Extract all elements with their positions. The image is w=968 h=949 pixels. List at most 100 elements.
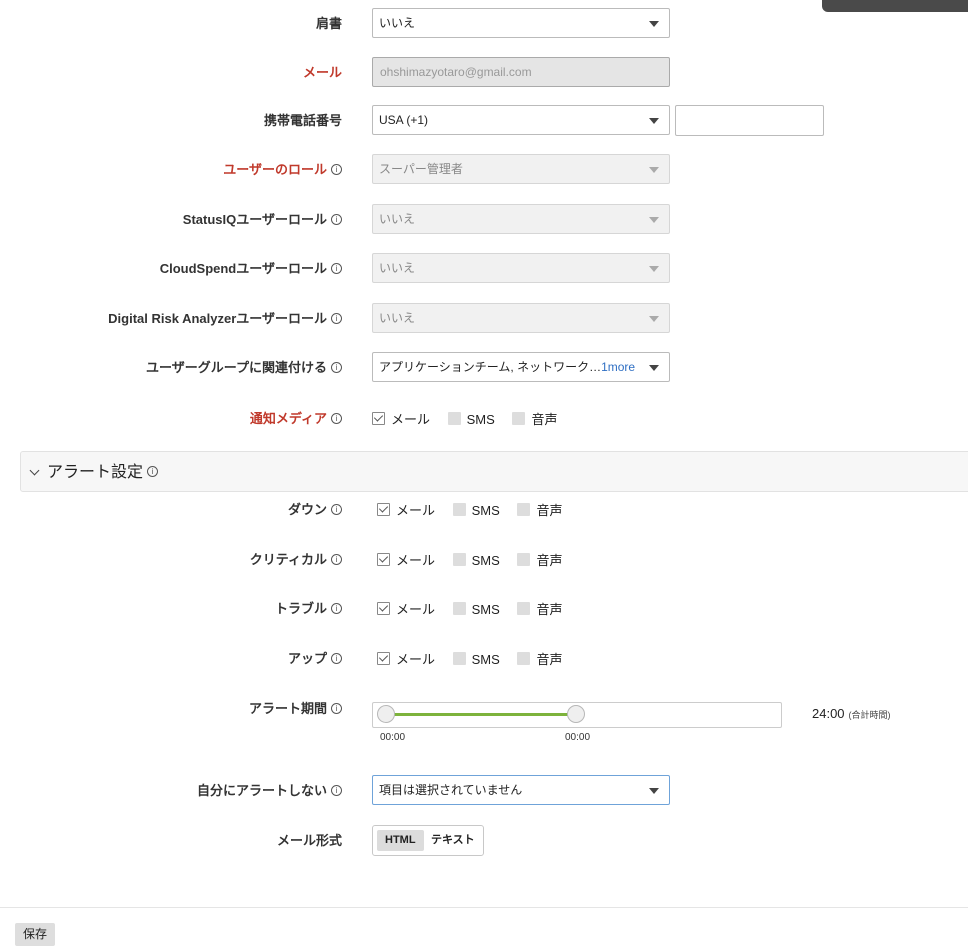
up-sms-checkbox[interactable] [452, 652, 466, 666]
voice-option-label: 音声 [536, 552, 563, 568]
alert-settings-header[interactable]: アラート設定 i [20, 451, 968, 492]
user-role-label-text: ユーザーのロール [223, 162, 327, 177]
slider-end-time: 00:00 [565, 732, 591, 743]
more-link[interactable]: 1more [601, 360, 635, 374]
cloudspend-role-value: いいえ [379, 261, 416, 275]
alert-up-label: アップ i [288, 643, 342, 675]
critical-mail-checkbox[interactable] [377, 553, 390, 567]
dra-role-value: いいえ [379, 311, 416, 325]
info-icon[interactable]: i [331, 703, 342, 715]
mail-option-label: メール [396, 502, 436, 518]
alert-settings-title-text: アラート設定 [47, 464, 144, 481]
trouble-sms-checkbox[interactable] [452, 602, 466, 616]
country-code-select[interactable]: USA (+1) [372, 105, 670, 135]
sms-option-label: SMS [466, 411, 495, 427]
info-icon[interactable]: i [331, 362, 342, 374]
trouble-voice-checkbox[interactable] [517, 602, 531, 616]
caret-down-icon [649, 118, 659, 124]
no-self-alert-row: 自分にアラートしない i 項目は選択されていません [0, 775, 968, 807]
sms-option-label: SMS [471, 651, 500, 667]
up-voice-checkbox[interactable] [517, 652, 531, 666]
mail-format-toggle: HTML テキスト [372, 825, 484, 856]
down-mail-checkbox[interactable] [377, 503, 390, 517]
info-icon[interactable]: i [331, 413, 342, 425]
statusiq-role-label: StatusIQユーザーロール i [183, 204, 342, 236]
alert-trouble-row: トラブル i メール SMS 音声 [0, 593, 968, 625]
mail-format-label: メール形式 [276, 833, 342, 848]
alert-settings-title: アラート設定 i [47, 452, 159, 493]
cloudspend-role-label: CloudSpendユーザーロール i [160, 253, 342, 285]
chevron-down-icon [29, 465, 40, 476]
critical-voice-checkbox[interactable] [517, 553, 531, 567]
alert-critical-label: クリティカル i [250, 544, 342, 576]
alert-up-label-text: アップ [287, 651, 327, 666]
info-icon[interactable]: i [147, 466, 159, 478]
trouble-mail-checkbox[interactable] [377, 602, 390, 616]
down-voice-checkbox[interactable] [517, 503, 531, 517]
notify-media-label-text: 通知メディア [249, 411, 327, 426]
total-time: 24:00 (合計時間) [812, 706, 891, 721]
mail-format-text-option[interactable]: テキスト [423, 830, 483, 851]
sms-option-label: SMS [471, 552, 500, 568]
notify-sms-checkbox[interactable] [447, 412, 461, 426]
dra-role-label: Digital Risk Analyzerユーザーロール i [108, 303, 342, 335]
critical-sms-checkbox[interactable] [452, 553, 466, 567]
notify-mail-checkbox[interactable] [372, 412, 385, 426]
email-field-value: ohshimazyotaro@gmail.com [380, 65, 532, 79]
info-icon[interactable]: i [331, 263, 342, 275]
notify-media-row: 通知メディア i メール SMS 音声 [0, 403, 968, 435]
title-select[interactable]: いいえ [372, 8, 670, 38]
no-self-alert-label-text: 自分にアラートしない [196, 783, 327, 798]
info-icon[interactable]: i [331, 214, 342, 226]
sms-option-label: SMS [471, 502, 500, 518]
mobile-label: 携帯電話番号 [263, 113, 342, 128]
alert-period-label-text: アラート期間 [248, 701, 327, 716]
mail-format-row: メール形式 [0, 825, 968, 857]
alert-down-label: ダウン i [288, 494, 342, 526]
caret-down-icon [649, 217, 659, 223]
dra-role-row: Digital Risk Analyzerユーザーロール i いいえ [0, 303, 968, 335]
info-icon[interactable]: i [331, 164, 342, 176]
up-mail-checkbox[interactable] [377, 652, 390, 666]
caret-down-icon [649, 788, 659, 794]
user-groups-value: アプリケーションチーム, ネットワーク… [379, 360, 602, 374]
email-field[interactable]: ohshimazyotaro@gmail.com [372, 57, 670, 87]
alert-trouble-label-text: トラブル [274, 601, 327, 616]
statusiq-role-label-text: StatusIQユーザーロール [182, 212, 327, 227]
dra-role-label-text: Digital Risk Analyzerユーザーロール [108, 311, 327, 326]
statusiq-role-select[interactable]: いいえ [372, 204, 670, 234]
info-icon[interactable]: i [331, 653, 342, 665]
statusiq-role-row: StatusIQユーザーロール i いいえ [0, 204, 968, 236]
info-icon[interactable]: i [331, 313, 342, 325]
mail-format-html-option[interactable]: HTML [377, 830, 424, 851]
country-code-value: USA (+1) [379, 113, 429, 127]
cloudspend-role-label-text: CloudSpendユーザーロール [159, 261, 327, 276]
email-row: メール ohshimazyotaro@gmail.com [0, 57, 968, 89]
no-self-alert-label: 自分にアラートしない i [197, 775, 342, 807]
info-icon[interactable]: i [331, 603, 342, 615]
slider-end-handle[interactable] [567, 705, 585, 723]
title-select-value: いいえ [379, 16, 416, 30]
caret-down-icon [649, 316, 659, 322]
info-icon[interactable]: i [331, 785, 342, 797]
slider-start-time: 00:00 [380, 732, 406, 743]
title-row: 肩書 いいえ [0, 8, 968, 40]
save-button[interactable]: 保存 [15, 923, 56, 946]
info-icon[interactable]: i [331, 554, 342, 566]
dra-role-select[interactable]: いいえ [372, 303, 670, 333]
user-groups-row: ユーザーグループに関連付ける i アプリケーションチーム, ネットワーク…1mor… [0, 352, 968, 384]
user-role-select[interactable]: スーパー管理者 [372, 154, 670, 184]
alert-up-checks: メール SMS 音声 [377, 643, 576, 675]
statusiq-role-value: いいえ [379, 212, 416, 226]
mobile-number-input[interactable] [675, 105, 824, 136]
down-sms-checkbox[interactable] [452, 503, 466, 517]
cloudspend-role-select[interactable]: いいえ [372, 253, 670, 283]
user-groups-select[interactable]: アプリケーションチーム, ネットワーク…1more [372, 352, 670, 382]
no-self-alert-select[interactable]: 項目は選択されていません [372, 775, 670, 805]
user-role-label: ユーザーのロール i [223, 154, 342, 186]
notify-voice-checkbox[interactable] [512, 412, 526, 426]
alert-trouble-checks: メール SMS 音声 [377, 593, 576, 625]
info-icon[interactable]: i [331, 504, 342, 516]
slider-start-handle[interactable] [377, 705, 395, 723]
mail-option-label: メール [396, 651, 436, 667]
